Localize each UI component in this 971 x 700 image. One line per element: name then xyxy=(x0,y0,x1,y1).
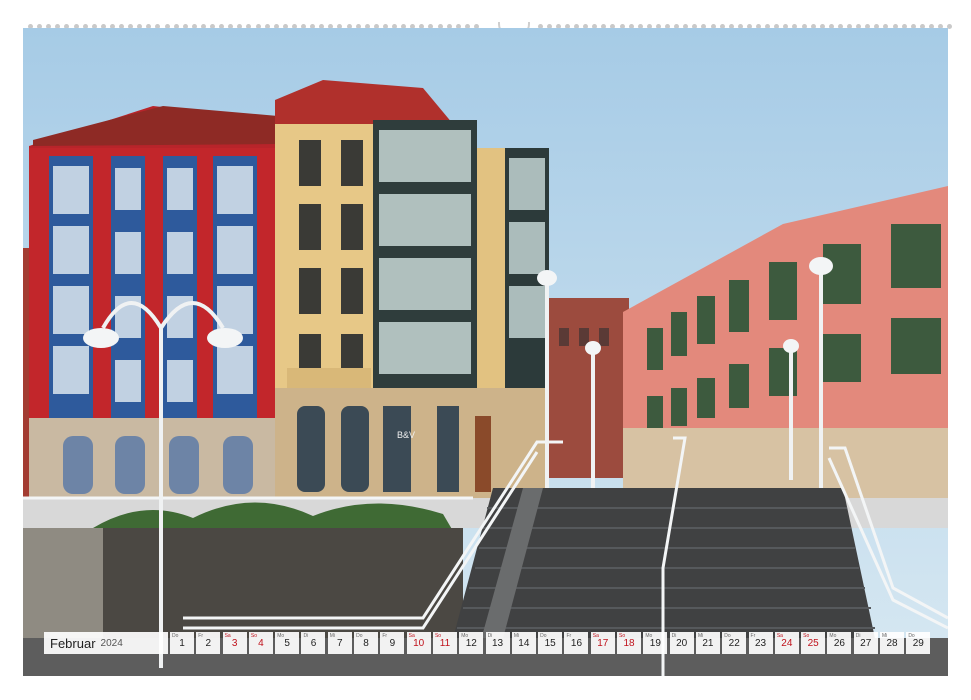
day-number: 21 xyxy=(702,638,714,649)
day-number: 24 xyxy=(781,638,793,649)
day-cell: Mo 19 xyxy=(643,632,668,654)
day-number: 16 xyxy=(570,638,583,649)
day-cell: Do 15 xyxy=(538,632,563,654)
day-cell: So 4 xyxy=(248,632,273,654)
day-number: 7 xyxy=(337,638,343,649)
month-calendar-strip: Februar 2024 Do 1 Fr 2 Sa 3 So 4 Mo 5 Di 6 Mi 7 Do 8 Fr 9… xyxy=(44,632,931,654)
day-cell: Mi 14 xyxy=(511,632,536,654)
day-number: 18 xyxy=(623,638,635,649)
day-number: 27 xyxy=(860,638,872,649)
day-cell: Mo 12 xyxy=(459,632,484,654)
day-cell: Fr 16 xyxy=(564,632,589,654)
day-number: 2 xyxy=(205,638,212,649)
day-cell: Do 1 xyxy=(170,632,194,654)
day-number: 14 xyxy=(518,638,530,649)
day-cell: So 25 xyxy=(801,632,826,654)
month-label: Februar 2024 xyxy=(44,632,168,654)
day-number: 17 xyxy=(597,638,609,649)
day-cell: Sa 17 xyxy=(590,632,615,654)
day-number: 9 xyxy=(389,638,396,649)
day-number: 1 xyxy=(179,638,185,649)
day-cell: So 11 xyxy=(432,632,457,654)
year: 2024 xyxy=(100,637,123,649)
day-number: 5 xyxy=(284,638,290,649)
day-number: 15 xyxy=(544,638,556,649)
day-number: 22 xyxy=(728,638,740,649)
day-number: 20 xyxy=(676,638,688,649)
day-number: 28 xyxy=(886,638,898,649)
calendar-page: B&V Februar 2024 Do 1 Fr 2 Sa 3 So 4 Mo … xyxy=(0,0,971,700)
day-number: 4 xyxy=(258,638,264,649)
day-number: 3 xyxy=(231,638,238,649)
day-number: 26 xyxy=(833,638,845,649)
day-number: 10 xyxy=(413,638,425,649)
day-cell: Fr 23 xyxy=(748,632,773,654)
day-cell: Di 13 xyxy=(485,632,510,654)
city-photo: B&V xyxy=(23,28,948,676)
day-cell: Mo 5 xyxy=(275,632,300,654)
city-scene: B&V xyxy=(23,28,948,676)
day-number: 13 xyxy=(492,638,504,649)
day-number: 11 xyxy=(439,638,451,649)
shop-sign: B&V xyxy=(397,430,415,440)
day-cell: Di 27 xyxy=(853,632,878,654)
day-cell: Fr 2 xyxy=(196,632,221,654)
day-cell: Do 8 xyxy=(354,632,379,654)
day-cells: Do 1 Fr 2 Sa 3 So 4 Mo 5 Di 6 Mi 7 Do 8 Fr 9 Sa 10 So 11 Mo 12 D… xyxy=(170,632,933,654)
day-cell: Sa 3 xyxy=(222,632,247,654)
day-cell: Do 29 xyxy=(906,632,931,654)
day-cell: Sa 10 xyxy=(406,632,431,654)
day-cell: Mo 26 xyxy=(827,632,852,654)
day-number: 12 xyxy=(465,638,477,649)
day-cell: Mi 21 xyxy=(695,632,720,654)
day-number: 6 xyxy=(310,638,317,649)
day-cell: Mi 28 xyxy=(880,632,905,654)
day-cell: So 18 xyxy=(617,632,642,654)
day-cell: Mi 7 xyxy=(327,632,352,654)
month-name: Februar xyxy=(50,635,96,651)
day-number: 23 xyxy=(754,638,767,649)
day-number: 25 xyxy=(807,638,819,649)
day-number: 19 xyxy=(649,638,661,649)
day-number: 8 xyxy=(363,638,369,649)
day-cell: Di 6 xyxy=(301,632,326,654)
day-cell: Di 20 xyxy=(669,632,694,654)
day-cell: Fr 9 xyxy=(380,632,405,654)
day-cell: Sa 24 xyxy=(774,632,799,654)
day-number: 29 xyxy=(912,638,924,649)
day-cell: Do 22 xyxy=(722,632,747,654)
